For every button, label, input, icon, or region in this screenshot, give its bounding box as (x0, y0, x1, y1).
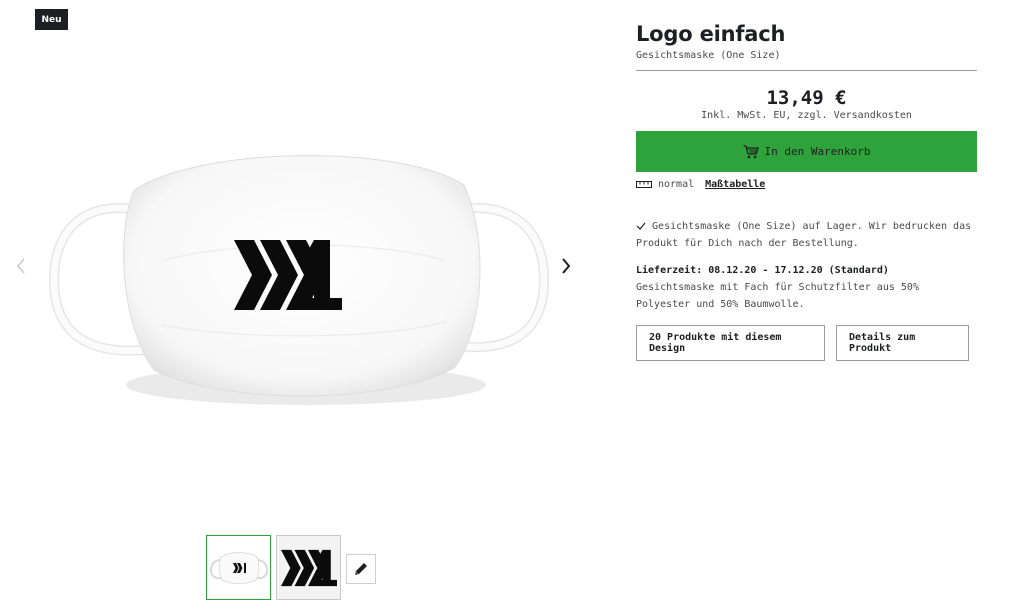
product-image-gallery (0, 0, 600, 530)
action-buttons: 20 Produkte mit diesem Design Details zu… (636, 325, 977, 361)
product-price: 13,49 € (766, 87, 847, 109)
product-description: Gesichtsmaske mit Fach für Schutzfilter … (636, 282, 919, 310)
price-note: Inkl. MwSt. EU, zzgl. Versandkosten (701, 110, 912, 121)
product-details-button[interactable]: Details zum Produkt (836, 325, 969, 361)
thumbnail-strip (206, 535, 376, 600)
stock-info: Gesichtsmaske (One Size) auf Lager. Wir … (636, 218, 977, 252)
product-title: Logo einfach (636, 22, 786, 46)
fit-label: normal (658, 179, 695, 190)
next-image-button[interactable] (556, 255, 576, 277)
checkmark-icon (636, 222, 646, 230)
thumbnail-mask[interactable] (206, 535, 271, 600)
product-info-panel: Logo einfach Gesichtsmaske (One Size) 13… (636, 22, 977, 361)
mask-thumbnail-image (209, 551, 268, 584)
thumbnail-design[interactable] (276, 535, 341, 600)
divider (636, 70, 977, 71)
ruler-icon (636, 181, 652, 188)
product-image (48, 155, 550, 405)
add-to-cart-button[interactable]: In den Warenkorb (636, 131, 977, 172)
size-chart-link[interactable]: Maßtabelle (705, 179, 765, 190)
add-to-cart-label: In den Warenkorb (764, 145, 871, 158)
chevron-left-icon (17, 258, 25, 274)
delivery-info: Lieferzeit: 08.12.20 - 17.12.20 (Standar… (636, 262, 977, 313)
cart-icon (743, 144, 759, 158)
chevron-right-icon (562, 258, 571, 274)
size-row: normal Maßtabelle (636, 179, 977, 190)
product-subtitle: Gesichtsmaske (One Size) (636, 50, 781, 61)
stock-text: Gesichtsmaske (One Size) auf Lager. Wir … (636, 221, 972, 249)
delivery-time: Lieferzeit: 08.12.20 - 17.12.20 (Standar… (636, 265, 889, 276)
prev-image-button[interactable] (11, 255, 31, 277)
edit-design-button[interactable] (346, 554, 376, 584)
pencil-icon (355, 563, 367, 575)
products-with-design-button[interactable]: 20 Produkte mit diesem Design (636, 325, 825, 361)
design-thumbnail-image (280, 549, 337, 586)
